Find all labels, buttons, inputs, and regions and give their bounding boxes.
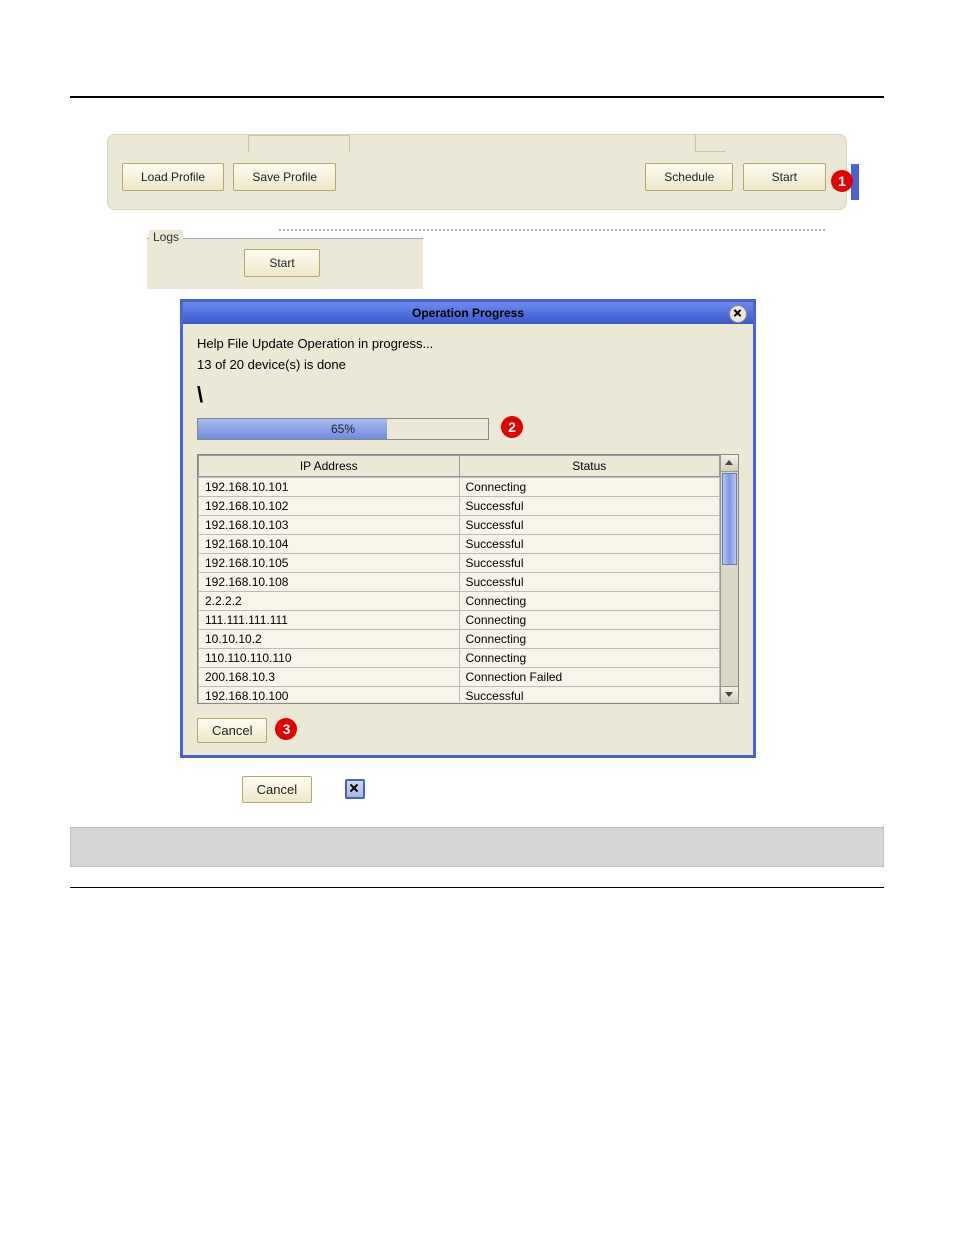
col-ip-header: IP Address [199, 455, 460, 476]
cell-status: Connection Failed [459, 667, 720, 686]
cell-ip: 192.168.10.104 [199, 534, 460, 553]
cell-status: Successful [459, 553, 720, 572]
table-row: 10.10.10.2Connecting [199, 629, 720, 648]
cell-status: Successful [459, 496, 720, 515]
dialog-close-button[interactable] [729, 305, 747, 323]
operation-progress-dialog: Operation Progress Help File Update Oper… [180, 299, 756, 758]
logs-start-button[interactable]: Start [244, 249, 319, 277]
cell-ip: 192.168.10.100 [199, 686, 460, 702]
chevron-down-icon [725, 692, 733, 697]
cell-ip: 200.168.10.3 [199, 667, 460, 686]
table-row: 192.168.10.104Successful [199, 534, 720, 553]
toolbar-screenshot: Load Profile Save Profile Schedule Start… [107, 134, 847, 289]
cell-status: Connecting [459, 610, 720, 629]
table-row: 2.2.2.2Connecting [199, 591, 720, 610]
step-3: Cancel [150, 776, 834, 804]
cell-status: Successful [459, 572, 720, 591]
status-table-header: IP Address Status [198, 455, 720, 477]
cell-status: Successful [459, 515, 720, 534]
dialog-titlebar: Operation Progress [183, 302, 753, 324]
dialog-screenshot: Operation Progress Help File Update Oper… [180, 299, 750, 758]
scroll-down-button[interactable] [721, 686, 738, 703]
cell-status: Connecting [459, 648, 720, 667]
status-table-body: 192.168.10.101Connecting192.168.10.102Su… [198, 477, 720, 702]
inline-cancel-button[interactable]: Cancel [242, 776, 312, 804]
start-button[interactable]: Start [743, 163, 826, 191]
callout-3: 3 [275, 718, 297, 740]
table-row: 111.111.111.111Connecting [199, 610, 720, 629]
table-row: 192.168.10.103Successful [199, 515, 720, 534]
cell-status: Successful [459, 686, 720, 702]
table-row: 192.168.10.101Connecting [199, 477, 720, 496]
step-1 [150, 106, 834, 124]
callout-2: 2 [501, 416, 523, 438]
dialog-title-text: Operation Progress [412, 306, 524, 320]
progress-percent: 65% [198, 419, 488, 439]
table-row: 192.168.10.105Successful [199, 553, 720, 572]
cell-ip: 110.110.110.110 [199, 648, 460, 667]
dialog-cancel-button[interactable]: Cancel [197, 718, 267, 743]
note-box [70, 827, 884, 867]
cell-ip: 10.10.10.2 [199, 629, 460, 648]
cell-ip: 192.168.10.105 [199, 553, 460, 572]
cell-status: Connecting [459, 591, 720, 610]
progress-bar: 65% [197, 418, 489, 440]
toolbar-slot-decor-2 [695, 135, 726, 152]
load-profile-button[interactable]: Load Profile [122, 163, 224, 191]
cell-ip: 192.168.10.101 [199, 477, 460, 496]
progress-text-2: 13 of 20 device(s) is done [197, 357, 739, 372]
progress-text-1: Help File Update Operation in progress..… [197, 336, 739, 351]
callout-1: 1 [831, 170, 853, 192]
logs-label: Logs [149, 230, 183, 244]
table-row: 200.168.10.3Connection Failed [199, 667, 720, 686]
logs-panel: Logs Start [147, 238, 423, 289]
col-status-header: Status [459, 455, 720, 476]
dotted-separator [279, 229, 825, 231]
cell-status: Connecting [459, 477, 720, 496]
toolbar-panel: Load Profile Save Profile Schedule Start [107, 134, 847, 210]
table-row: 110.110.110.110Connecting [199, 648, 720, 667]
scroll-thumb[interactable] [722, 473, 737, 565]
cell-ip: 192.168.10.108 [199, 572, 460, 591]
table-row: 192.168.10.102Successful [199, 496, 720, 515]
cell-ip: 2.2.2.2 [199, 591, 460, 610]
cell-status: Connecting [459, 629, 720, 648]
cell-status: Successful [459, 534, 720, 553]
spinner-icon: \ [197, 382, 739, 408]
cell-ip: 111.111.111.111 [199, 610, 460, 629]
inline-close-icon[interactable] [345, 779, 365, 799]
cell-ip: 192.168.10.103 [199, 515, 460, 534]
status-table-wrap: IP Address Status 192.168.10.101Connecti… [197, 454, 739, 704]
table-row: 192.168.10.100Successful [199, 686, 720, 702]
schedule-button[interactable]: Schedule [645, 163, 733, 191]
vertical-scrollbar[interactable] [720, 455, 738, 703]
rule-bottom [70, 887, 884, 888]
save-profile-button[interactable]: Save Profile [233, 163, 336, 191]
rule-top [70, 96, 884, 98]
chevron-up-icon [725, 460, 733, 465]
scroll-up-button[interactable] [721, 455, 738, 472]
cell-ip: 192.168.10.102 [199, 496, 460, 515]
table-row: 192.168.10.108Successful [199, 572, 720, 591]
toolbar-slot-decor [248, 135, 350, 152]
